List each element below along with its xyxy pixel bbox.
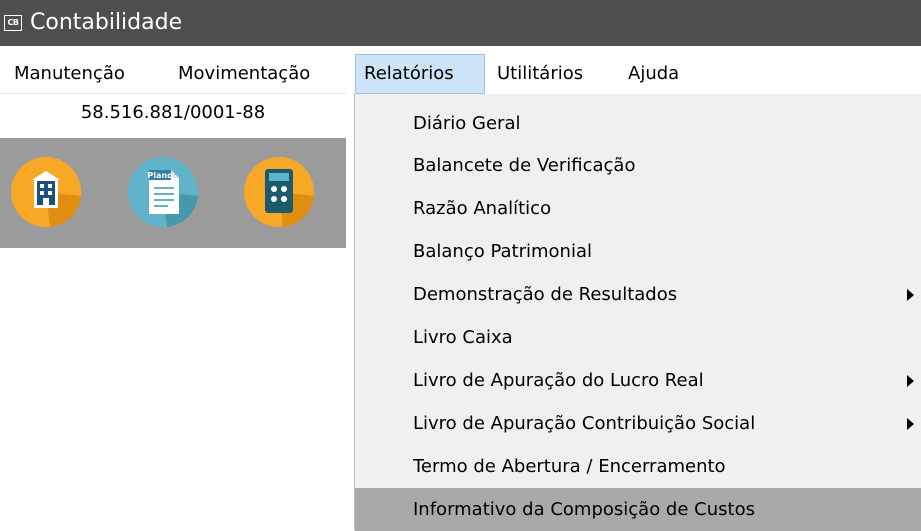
title-bar: CB Contabilidade <box>0 0 921 46</box>
calculator-button[interactable] <box>243 156 315 228</box>
toolbar: Plano <box>0 138 346 248</box>
menu-item-balancete[interactable]: Balancete de Verificação <box>355 144 921 187</box>
menu-item-livro-lucro-real[interactable]: Livro de Apuração do Lucro Real <box>355 359 921 402</box>
submenu-arrow-icon <box>907 418 914 430</box>
building-icon <box>11 157 81 227</box>
menu-item-demonstracao-resultados[interactable]: Demonstração de Resultados <box>355 273 921 316</box>
app-icon: CB <box>4 15 22 31</box>
menu-item-balanco-patrimonial[interactable]: Balanço Patrimonial <box>355 230 921 273</box>
menu-utilitarios[interactable]: Utilitários <box>489 55 591 93</box>
submenu-arrow-icon <box>907 289 914 301</box>
menu-item-livro-caixa[interactable]: Livro Caixa <box>355 316 921 359</box>
menu-item-diario-geral[interactable]: Diário Geral <box>355 102 921 145</box>
menu-bar: Manutenção Movimentação Relatórios Utili… <box>0 54 921 94</box>
plano-document-icon: Plano <box>128 157 198 227</box>
submenu-arrow-icon <box>907 375 914 387</box>
menu-manutencao[interactable]: Manutenção <box>6 55 133 93</box>
menu-item-razao-analitico[interactable]: Razão Analítico <box>355 187 921 230</box>
menu-relatorios[interactable]: Relatórios <box>355 54 485 94</box>
menu-item-termo-abertura[interactable]: Termo de Abertura / Encerramento <box>355 445 921 488</box>
calculator-icon <box>244 157 314 227</box>
company-cnpj: 58.516.881/0001-88 <box>0 93 346 132</box>
company-button[interactable] <box>10 156 82 228</box>
menu-ajuda[interactable]: Ajuda <box>620 55 687 93</box>
plano-button[interactable]: Plano <box>127 156 199 228</box>
svg-text:Plano: Plano <box>147 171 173 180</box>
menu-item-informativo-custos[interactable]: Informativo da Composição de Custos <box>355 488 921 531</box>
relatorios-dropdown: Diário Geral Balancete de Verificação Ra… <box>354 94 921 531</box>
window-title: Contabilidade <box>30 10 183 35</box>
menu-item-livro-contribuicao-social[interactable]: Livro de Apuração Contribuição Social <box>355 402 921 445</box>
menu-movimentacao[interactable]: Movimentação <box>170 55 318 93</box>
